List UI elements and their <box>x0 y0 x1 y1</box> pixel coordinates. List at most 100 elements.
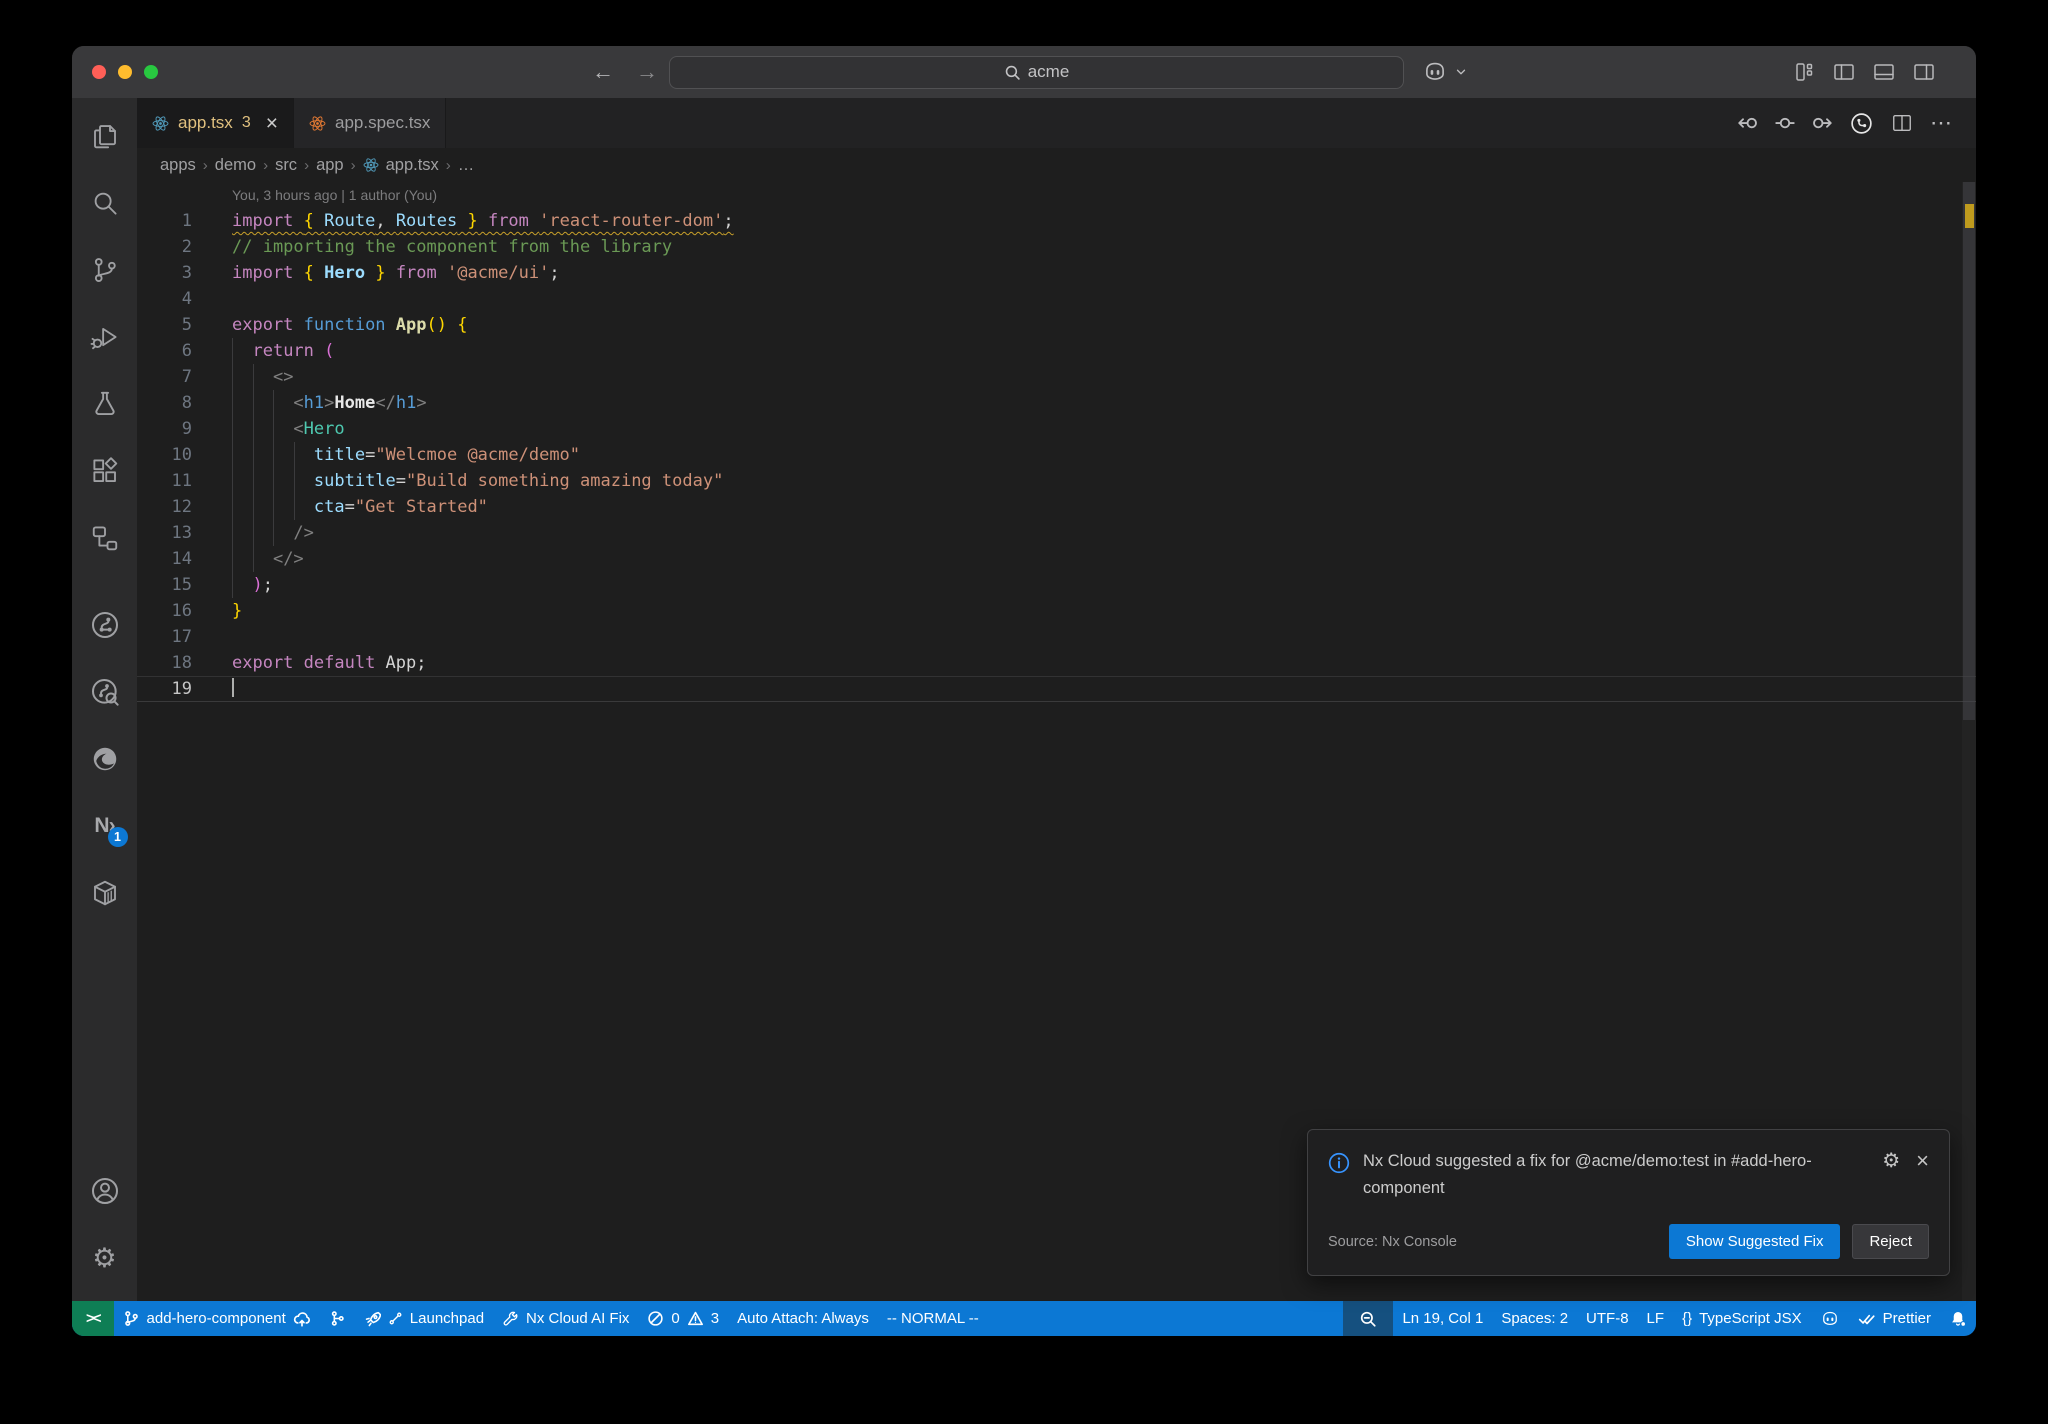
sidebar-item-source-control[interactable] <box>81 246 129 294</box>
nav-forward-icon[interactable]: → <box>636 59 658 85</box>
cloud-upload-icon <box>293 1311 310 1327</box>
accounts-button[interactable] <box>81 1167 129 1215</box>
problems-item[interactable]: 0 3 <box>638 1301 728 1336</box>
code-line-19[interactable]: 19 <box>137 676 1976 702</box>
indent-guide <box>294 442 295 520</box>
maximize-window-button[interactable] <box>144 65 158 79</box>
auto-attach-item[interactable]: Auto Attach: Always <box>728 1301 878 1336</box>
zoom-indicator-item[interactable] <box>1343 1301 1394 1336</box>
tab-bar: app.tsx 3 × app.spec.tsx ⋯ <box>137 98 1976 148</box>
code-line-9[interactable]: 9 <Hero <box>137 416 1976 442</box>
react-icon <box>363 158 379 172</box>
launchpad-item[interactable]: Launchpad <box>355 1301 493 1336</box>
toggle-secondary-sidebar-icon[interactable] <box>1912 60 1936 84</box>
editor-scrollbar[interactable] <box>1962 182 1976 1301</box>
code-line-17[interactable]: 17 <box>137 624 1976 650</box>
code-line-6[interactable]: 6 return ( <box>137 338 1976 364</box>
scrollbar-slider[interactable] <box>1963 182 1975 720</box>
line-number: 19 <box>171 679 192 699</box>
sidebar-item-search-commits[interactable] <box>81 668 129 716</box>
code-line-16[interactable]: 16} <box>137 598 1976 624</box>
code-line-15[interactable]: 15 ); <box>137 572 1976 598</box>
line-content: } <box>232 601 243 621</box>
nx-cloud-ai-fix-item[interactable]: Nx Cloud AI Fix <box>493 1301 638 1336</box>
braces-icon: {} <box>1682 1310 1693 1327</box>
notifications-bell-item[interactable] <box>1940 1301 1976 1336</box>
encoding-item[interactable]: UTF-8 <box>1577 1301 1638 1336</box>
breadcrumb-item[interactable]: … <box>458 156 475 175</box>
language-mode-item[interactable]: {} TypeScript JSX <box>1673 1301 1811 1336</box>
git-branch-item[interactable]: add-hero-component <box>114 1301 320 1336</box>
code-line-7[interactable]: 7 <> <box>137 364 1976 390</box>
gear-icon: ⚙ <box>92 1242 117 1273</box>
minimize-window-button[interactable] <box>118 65 132 79</box>
eol-item[interactable]: LF <box>1638 1301 1674 1336</box>
chevron-down-icon <box>1456 69 1466 75</box>
code-line-12[interactable]: 12 cta="Get Started" <box>137 494 1976 520</box>
reject-button[interactable]: Reject <box>1852 1224 1929 1259</box>
code-line-2[interactable]: 2 // importing the component from the lib… <box>137 234 1976 260</box>
sidebar-item-nx-console[interactable]: N› 1 <box>81 802 129 850</box>
sidebar-item-extensions[interactable] <box>81 447 129 495</box>
breadcrumb-item[interactable]: demo <box>215 156 256 175</box>
line-number: 13 <box>171 523 192 543</box>
tab-app-spec-tsx[interactable]: app.spec.tsx <box>293 98 447 148</box>
change-marker-icon[interactable] <box>1775 113 1795 133</box>
commit-graph-button-icon[interactable] <box>1849 111 1874 136</box>
show-suggested-fix-button[interactable]: Show Suggested Fix <box>1668 1224 1841 1259</box>
title-bar: ← → acme <box>72 46 1976 98</box>
more-actions-icon[interactable]: ⋯ <box>1930 110 1954 136</box>
sidebar-item-run-debug[interactable] <box>81 313 129 361</box>
sidebar-item-explorer[interactable] <box>81 112 129 160</box>
sidebar-item-commit-graph[interactable] <box>81 601 129 649</box>
code-line-3[interactable]: 3 import { Hero } from '@acme/ui'; <box>137 260 1976 286</box>
nav-back-icon[interactable]: ← <box>592 59 614 85</box>
copilot-menu[interactable] <box>1422 59 1468 85</box>
code-line-11[interactable]: 11 subtitle="Build something amazing tod… <box>137 468 1976 494</box>
code-line-10[interactable]: 10 title="Welcmoe @acme/demo" <box>137 442 1976 468</box>
split-editor-icon[interactable] <box>1891 112 1913 134</box>
bell-icon <box>1952 1311 1967 1327</box>
command-center-search[interactable]: acme <box>669 55 1404 89</box>
breadcrumb-item[interactable]: app.tsx <box>386 156 439 175</box>
remote-indicator[interactable]: >< <box>72 1301 114 1336</box>
toggle-panel-icon[interactable] <box>1872 60 1896 84</box>
code-line-4[interactable]: 4 <box>137 286 1976 312</box>
code-line-5[interactable]: 5 export function App() { <box>137 312 1976 338</box>
previous-change-icon[interactable] <box>1738 113 1758 133</box>
close-tab-icon[interactable]: × <box>266 113 278 134</box>
vim-mode-item[interactable]: -- NORMAL -- <box>878 1301 988 1336</box>
sidebar-item-edge-tools[interactable] <box>81 735 129 783</box>
copilot-status-item[interactable] <box>1811 1301 1849 1336</box>
toggle-primary-sidebar-icon[interactable] <box>1832 60 1856 84</box>
commit-graph-item[interactable] <box>320 1301 355 1336</box>
sidebar-item-search[interactable] <box>81 179 129 227</box>
branch-name: add-hero-component <box>146 1310 286 1327</box>
next-change-icon[interactable] <box>1812 113 1832 133</box>
debug-icon <box>90 327 117 350</box>
cursor-position-item[interactable]: Ln 19, Col 1 <box>1393 1301 1492 1336</box>
sidebar-item-project-structure[interactable] <box>81 514 129 562</box>
code-line-14[interactable]: 14 </> <box>137 546 1976 572</box>
sidebar-item-testing[interactable] <box>81 380 129 428</box>
sidebar-item-containers[interactable] <box>81 869 129 917</box>
notification-settings-gear-icon[interactable]: ⚙ <box>1882 1151 1900 1171</box>
indentation-item[interactable]: Spaces: 2 <box>1492 1301 1577 1336</box>
formatter-item[interactable]: Prettier <box>1849 1301 1940 1336</box>
breadcrumb-item[interactable]: apps <box>160 156 196 175</box>
code-line-18[interactable]: 18 export default App; <box>137 650 1976 676</box>
tab-label: app.spec.tsx <box>334 113 431 132</box>
settings-button[interactable]: ⚙ <box>81 1234 129 1282</box>
code-line-13[interactable]: 13 /> <box>137 520 1976 546</box>
breadcrumb-item[interactable]: app <box>316 156 344 175</box>
customize-layout-icon[interactable] <box>1792 60 1816 84</box>
line-number: 7 <box>181 367 192 387</box>
tab-app-tsx[interactable]: app.tsx 3 × <box>137 98 294 148</box>
notification-close-icon[interactable]: × <box>1916 1149 1929 1172</box>
close-window-button[interactable] <box>92 65 106 79</box>
code-line-8[interactable]: 8 <h1>Home</h1> <box>137 390 1976 416</box>
code-line-1[interactable]: 1 import { Route, Routes } from 'react-ro… <box>137 208 1976 234</box>
git-blame-annotation: You, 3 hours ago | 1 author (You) <box>232 187 437 203</box>
breadcrumb-item[interactable]: src <box>275 156 297 175</box>
files-icon <box>93 125 116 149</box>
